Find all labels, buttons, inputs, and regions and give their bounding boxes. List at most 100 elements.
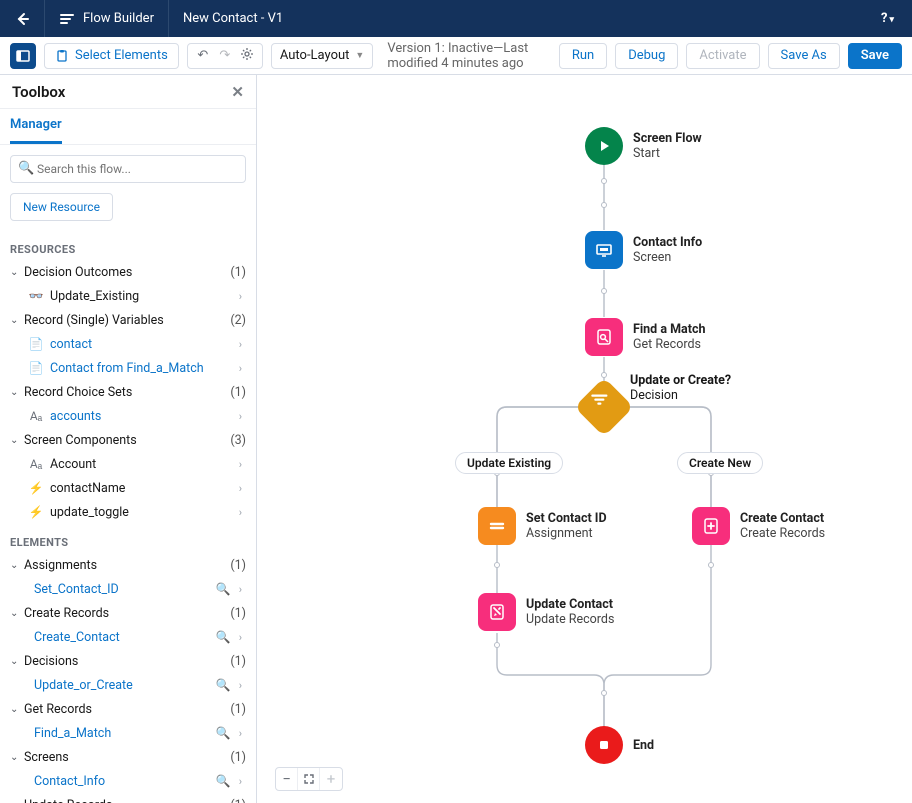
tree-item[interactable]: Find_a_Match🔍›: [10, 721, 246, 745]
tree-item[interactable]: Contact_Info🔍›: [10, 769, 246, 793]
locate-icon[interactable]: 🔍: [212, 726, 235, 740]
tree-item-label: Find_a_Match: [34, 726, 212, 741]
chevron-down-icon: ⌄: [10, 608, 24, 619]
node-sub: Update Records: [526, 612, 614, 627]
undo-button[interactable]: ↶: [194, 48, 212, 63]
app-name: Flow Builder: [83, 11, 154, 26]
activate-button[interactable]: Activate: [686, 43, 759, 69]
node-label: End: [633, 738, 654, 753]
node-label: Contact Info: [633, 235, 702, 250]
chevron-down-icon: ⌄: [10, 704, 24, 715]
tree-group[interactable]: ⌄Update Records (1): [10, 793, 246, 803]
chevron-right-icon[interactable]: ›: [235, 727, 246, 740]
chevron-right-icon[interactable]: ›: [235, 362, 246, 375]
toolbox-toggle-button[interactable]: [10, 43, 36, 69]
tree-item[interactable]: ⚡update_toggle›: [10, 500, 246, 524]
clipboard-icon: [55, 49, 69, 63]
zoom-out-button[interactable]: −: [276, 768, 298, 790]
chevron-right-icon[interactable]: ›: [235, 458, 246, 471]
create-icon: [692, 507, 730, 545]
start-icon: [585, 127, 623, 165]
settings-button[interactable]: [238, 47, 256, 65]
chevron-right-icon[interactable]: ›: [235, 679, 246, 692]
chevron-right-icon[interactable]: ›: [235, 482, 246, 495]
flow-node-update[interactable]: Update Contact Update Records: [478, 593, 614, 631]
run-button[interactable]: Run: [559, 43, 607, 69]
chevron-right-icon[interactable]: ›: [235, 410, 246, 423]
toolbox-title: Toolbox: [12, 83, 65, 101]
flow-node-getrecords[interactable]: Find a Match Get Records: [585, 318, 706, 356]
tree-group[interactable]: ⌄Create Records (1): [10, 601, 246, 625]
flow-node-start[interactable]: Screen Flow Start: [585, 127, 702, 165]
tree-group[interactable]: ⌄Get Records (1): [10, 697, 246, 721]
chevron-down-icon: ▼: [355, 50, 364, 61]
layout-dropdown[interactable]: Auto-Layout ▼: [271, 43, 374, 69]
locate-icon[interactable]: 🔍: [212, 774, 235, 788]
locate-icon[interactable]: 🔍: [212, 582, 235, 596]
tree-group[interactable]: ⌄Decision Outcomes (1): [10, 260, 246, 284]
tree-item[interactable]: 📄contact›: [10, 332, 246, 356]
select-elements-button[interactable]: Select Elements: [44, 43, 179, 69]
zoom-in-button[interactable]: +: [320, 768, 342, 790]
tree-group-label: Record Choice Sets: [24, 385, 228, 400]
branch-label-right[interactable]: Create New: [677, 452, 763, 474]
new-resource-button[interactable]: New Resource: [10, 193, 113, 221]
decision-icon: [574, 377, 633, 436]
tree-item-label: contact: [50, 337, 235, 352]
locate-icon[interactable]: 🔍: [212, 678, 235, 692]
tree-item[interactable]: Create_Contact🔍›: [10, 625, 246, 649]
node-sub: Get Records: [633, 337, 706, 352]
tree-group[interactable]: ⌄Record Choice Sets (1): [10, 380, 246, 404]
tree-item-label: update_toggle: [50, 505, 235, 520]
help-button[interactable]: ?▾: [863, 11, 912, 26]
tree-group[interactable]: ⌄Screens (1): [10, 745, 246, 769]
chevron-down-icon: ⌄: [10, 800, 24, 803]
branch-label-left[interactable]: Update Existing: [455, 452, 563, 474]
tree-item-label: Account: [50, 457, 235, 472]
chevron-right-icon[interactable]: ›: [235, 775, 246, 788]
search-input[interactable]: [10, 155, 246, 183]
item-type-icon: 📄: [28, 361, 44, 375]
locate-icon[interactable]: 🔍: [212, 630, 235, 644]
back-button[interactable]: [0, 0, 45, 37]
tree-item[interactable]: Aₐaccounts›: [10, 404, 246, 428]
screen-icon: [585, 231, 623, 269]
tree-group[interactable]: ⌄Screen Components (3): [10, 428, 246, 452]
chevron-right-icon[interactable]: ›: [235, 583, 246, 596]
flow-canvas[interactable]: Screen Flow Start Contact Info Screen Fi…: [257, 75, 912, 803]
tree-item[interactable]: AₐAccount›: [10, 452, 246, 476]
flow-node-end[interactable]: End: [585, 726, 654, 764]
tree-group[interactable]: ⌄Record (Single) Variables (2): [10, 308, 246, 332]
flow-node-create[interactable]: Create Contact Create Records: [692, 507, 825, 545]
zoom-fit-button[interactable]: [298, 768, 320, 790]
chevron-right-icon[interactable]: ›: [235, 338, 246, 351]
tree-item[interactable]: ⚡contactName›: [10, 476, 246, 500]
tree-item[interactable]: Set_Contact_ID🔍›: [10, 577, 246, 601]
tree-item[interactable]: 📄Contact from Find_a_Match›: [10, 356, 246, 380]
redo-button[interactable]: ↷: [216, 48, 234, 63]
elements-heading: ELEMENTS: [10, 536, 246, 549]
flow-node-assign[interactable]: Set Contact ID Assignment: [478, 507, 607, 545]
save-button[interactable]: Save: [848, 43, 902, 69]
save-as-button[interactable]: Save As: [768, 43, 840, 69]
chevron-right-icon[interactable]: ›: [235, 631, 246, 644]
tree-group[interactable]: ⌄Decisions (1): [10, 649, 246, 673]
flow-node-screen[interactable]: Contact Info Screen: [585, 231, 702, 269]
flow-icon-button[interactable]: Flow Builder: [45, 0, 169, 37]
chevron-right-icon[interactable]: ›: [235, 290, 246, 303]
chevron-right-icon[interactable]: ›: [235, 506, 246, 519]
tree-group[interactable]: ⌄Assignments (1): [10, 553, 246, 577]
debug-button[interactable]: Debug: [615, 43, 678, 69]
tab-manager[interactable]: Manager: [10, 109, 62, 144]
tree-item[interactable]: 👓Update_Existing›: [10, 284, 246, 308]
layout-mode-label: Auto-Layout: [280, 48, 350, 63]
tree-group-count: (1): [230, 265, 246, 280]
flow-node-decision-label: Update or Create? Decision: [630, 373, 731, 403]
toolbox-close-button[interactable]: ✕: [231, 83, 244, 101]
tree-group-label: Record (Single) Variables: [24, 313, 228, 328]
item-type-icon: ⚡: [28, 481, 44, 495]
tree-group-label: Decision Outcomes: [24, 265, 228, 280]
tree-item[interactable]: Update_or_Create🔍›: [10, 673, 246, 697]
tree-item-label: Update_Existing: [50, 289, 235, 304]
flow-node-decision[interactable]: [583, 386, 625, 428]
